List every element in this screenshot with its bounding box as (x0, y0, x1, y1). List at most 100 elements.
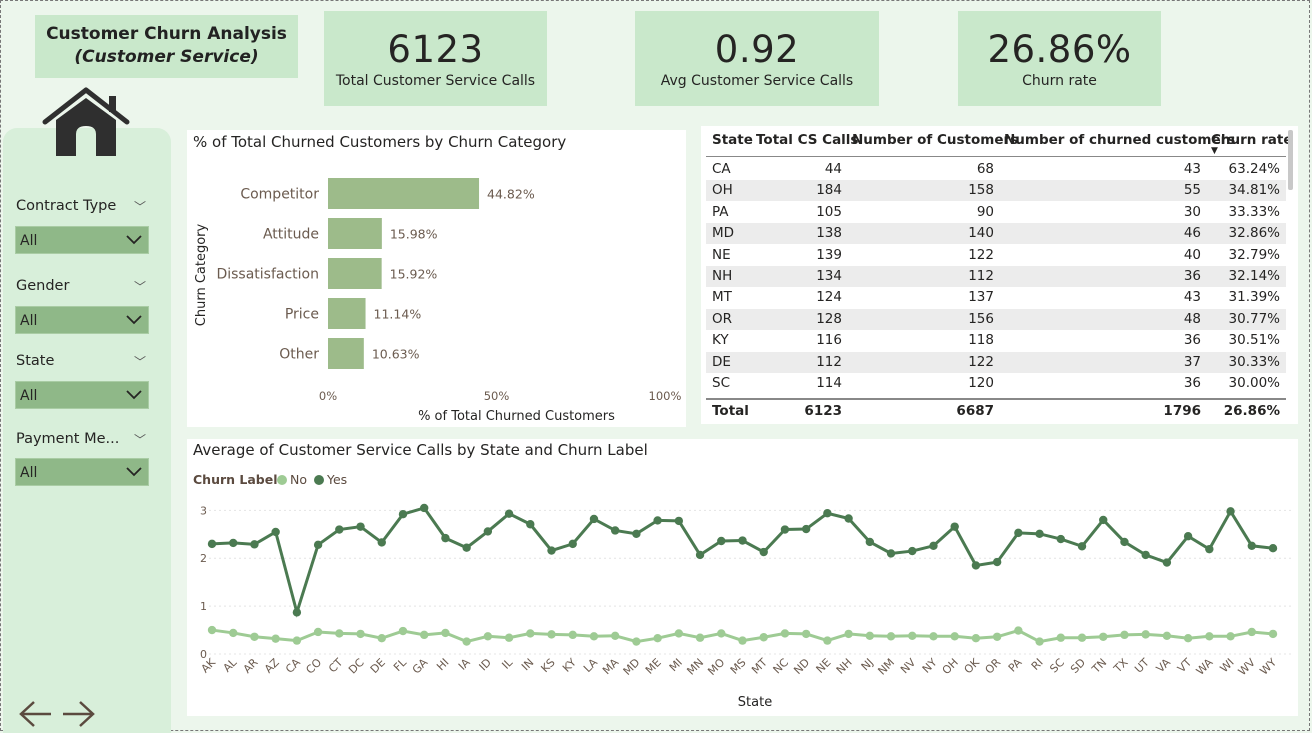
data-point-yes (1268, 543, 1278, 553)
table-cell: 128 (816, 310, 842, 327)
data-point-yes (717, 536, 726, 546)
chevron-down-icon (126, 467, 142, 477)
data-point-no (801, 629, 811, 639)
data-point-yes (398, 509, 408, 519)
x-tick-label: ID (477, 656, 494, 673)
bar-category-label: Dissatisfaction (216, 267, 319, 283)
data-point-yes (801, 524, 811, 534)
x-tick-label: MS (728, 656, 749, 677)
home-icon[interactable] (41, 86, 131, 158)
table-cell: 43 (1183, 289, 1201, 306)
x-tick-label: TN (1089, 656, 1109, 676)
y-tick-label: 3 (200, 504, 207, 517)
table-cell: 48 (1183, 310, 1201, 327)
table-total-cell: Total (712, 403, 749, 419)
kpi-label: Churn rate (1022, 73, 1097, 89)
legend-label-yes: Yes (326, 472, 347, 487)
data-point-no (1141, 630, 1150, 639)
data-point-no (950, 632, 959, 641)
table-cell: 33.33% (1228, 203, 1280, 220)
x-tick-label: MN (684, 656, 706, 678)
x-tick-label: AR (241, 656, 261, 676)
x-tick-label: ME (643, 656, 664, 677)
table-cell: 137 (968, 289, 994, 306)
arrow-left-icon[interactable] (18, 700, 54, 728)
slicer-label-state: State (16, 353, 55, 369)
y-axis-label: Churn Category (194, 223, 209, 326)
data-point-yes (1205, 544, 1214, 554)
table-cell: 37 (1183, 353, 1201, 370)
slicer-contract-type[interactable]: All (15, 226, 149, 254)
table-header[interactable]: Churn rate (1211, 132, 1292, 148)
report-title: Customer Churn Analysis (46, 24, 287, 44)
bar-data-label: 11.14% (374, 307, 422, 322)
data-point-yes (526, 520, 535, 529)
table-cell: 63.24% (1228, 161, 1280, 177)
y-tick-label: 2 (200, 552, 207, 565)
sort-descending-icon[interactable]: ▼ (1211, 146, 1218, 156)
data-point-yes (992, 557, 1002, 567)
data-point-no (271, 634, 280, 643)
bar-category-label: Attitude (263, 227, 319, 243)
data-point-yes (886, 549, 896, 558)
data-point-yes (844, 514, 853, 523)
bar-data-label: 15.92% (390, 267, 438, 282)
x-tick-label: IL (499, 655, 515, 671)
data-point-no (1268, 629, 1278, 639)
bar-data-label: 15.98% (390, 227, 438, 242)
slicer-gender[interactable]: All (15, 306, 149, 334)
data-point-yes (420, 503, 429, 513)
data-point-yes (759, 547, 768, 557)
table-header[interactable]: Number of Customers (852, 132, 1018, 148)
data-point-no (929, 632, 938, 641)
x-tick-label: HI (434, 656, 451, 673)
data-point-yes (229, 538, 238, 548)
table-cell: 68 (976, 161, 994, 177)
slicer-label-payment-method: Payment Me... (16, 431, 120, 447)
bar-category-label: Price (285, 307, 319, 323)
arrow-right-icon[interactable] (60, 700, 96, 728)
data-point-no (759, 633, 768, 642)
x-tick-label: NM (875, 656, 897, 678)
bar (328, 178, 480, 209)
data-point-yes (695, 550, 705, 560)
table-cell: 90 (976, 203, 994, 220)
data-point-no (1120, 630, 1129, 640)
x-tick-label: SC (1047, 656, 1067, 676)
table-cell: 30.77% (1228, 310, 1280, 327)
data-point-yes (1162, 558, 1172, 567)
chevron-down-icon[interactable]: ﹀ (134, 353, 146, 370)
x-tick-label: CA (283, 656, 303, 676)
x-tick-label: TX (1111, 656, 1131, 676)
table-header[interactable]: Number of churned customers (1004, 132, 1235, 148)
data-point-yes (1099, 515, 1108, 525)
table-cell: 122 (968, 353, 994, 370)
table-scrollbar[interactable] (1288, 130, 1293, 190)
data-point-yes (313, 540, 323, 550)
data-point-yes (632, 529, 641, 539)
chevron-down-icon[interactable]: ﹀ (134, 431, 146, 448)
chevron-down-icon[interactable]: ﹀ (134, 198, 146, 215)
table-header[interactable]: State (712, 132, 753, 148)
slicer-state[interactable]: All (15, 381, 149, 409)
table-header[interactable]: Total CS Calls (756, 132, 858, 148)
chevron-down-icon[interactable]: ﹀ (134, 278, 146, 295)
bar (328, 338, 364, 369)
table-cell: 36 (1183, 375, 1201, 391)
report-subtitle: (Customer Service) (74, 47, 259, 67)
slicer-payment-method[interactable]: All (15, 458, 149, 486)
table-cell: 36 (1183, 332, 1201, 349)
data-point-no (1247, 627, 1256, 637)
table-cell: 31.39% (1228, 289, 1280, 306)
data-point-yes (780, 525, 790, 534)
y-tick-label: 1 (200, 600, 207, 613)
table-cell: 116 (816, 332, 842, 349)
x-tick-label: GA (410, 656, 431, 677)
bar (328, 218, 382, 249)
x-tick-label: MO (705, 656, 727, 678)
table-cell: OR (712, 310, 733, 327)
table-cell: 44 (824, 161, 842, 177)
data-point-yes (674, 516, 684, 526)
table-cell: 156 (968, 310, 994, 327)
data-point-yes (950, 522, 959, 531)
